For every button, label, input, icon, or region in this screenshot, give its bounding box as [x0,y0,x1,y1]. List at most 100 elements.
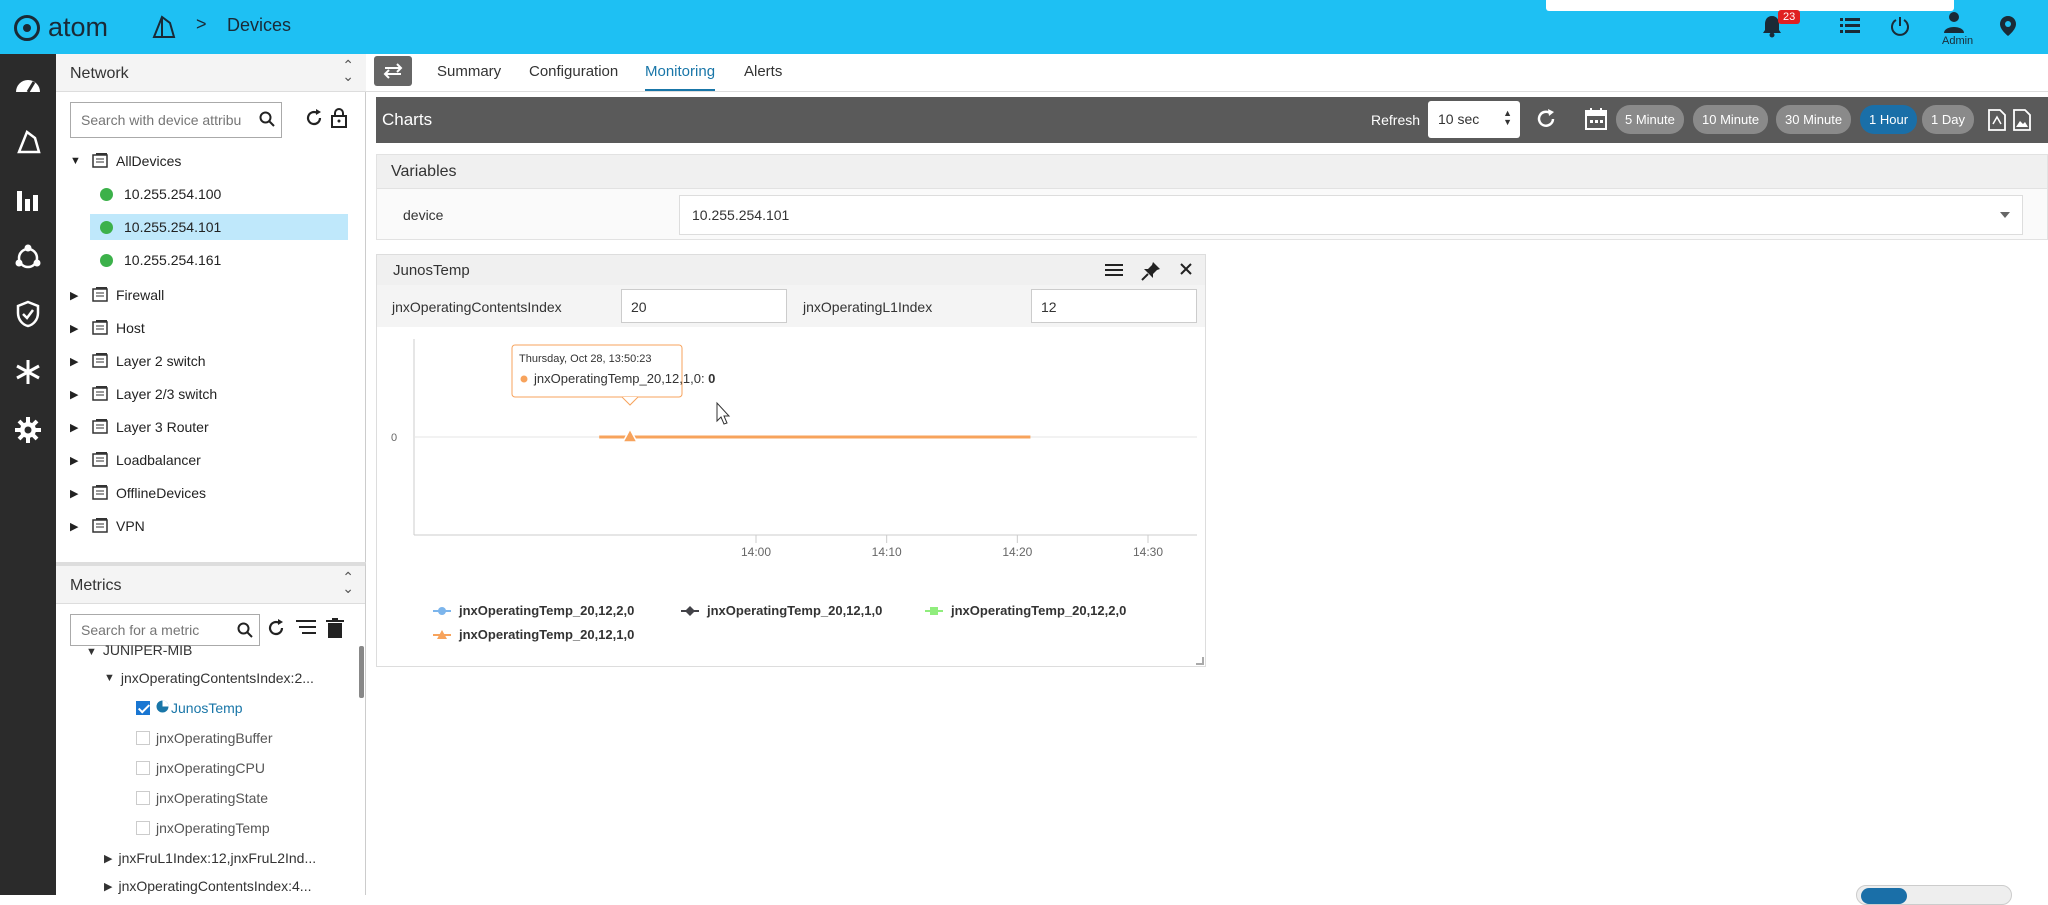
legend-item[interactable]: jnxOperatingTemp_20,12,2,0 [925,603,1126,618]
metric-search-input[interactable] [71,615,221,645]
tab-alerts[interactable]: Alerts [744,63,782,80]
metric-item[interactable]: jnxOperatingBuffer [136,727,272,749]
variables-header: Variables [377,155,2047,189]
breadcrumb-devices[interactable]: Devices [227,15,291,36]
trash-icon[interactable] [326,618,344,643]
devices-icon[interactable] [148,13,178,41]
tree-node-group[interactable]: ▶ OfflineDevices [56,480,356,506]
device-search-input[interactable] [71,103,241,137]
lock-icon[interactable] [330,108,348,133]
expanded-arrow-icon[interactable]: ▼ [104,672,115,684]
list-icon[interactable] [1836,12,1864,40]
chart-var1-field[interactable]: 20 [621,289,787,323]
legend-item[interactable]: jnxOperatingTemp_20,12,1,0 [681,603,882,618]
collapsed-arrow-icon[interactable]: ▶ [104,852,112,865]
scrollbar-thumb[interactable] [359,646,364,698]
metric-item[interactable]: jnxOperatingTemp [136,817,270,839]
collapsed-arrow-icon[interactable]: ▶ [70,355,82,368]
tree-node-group[interactable]: ▶ Firewall [56,282,356,308]
dashboard-icon[interactable] [12,68,44,100]
tooltip-series: jnxOperatingTemp_20,12,1,0: 0 [533,371,715,386]
power-icon[interactable] [1886,12,1914,40]
range-1-day[interactable]: 1 Day [1922,105,1974,134]
legend-item[interactable]: jnxOperatingTemp_20,12,1,0 [433,627,634,642]
hamburger-menu-icon[interactable] [1105,262,1123,283]
range-10-minute[interactable]: 10 Minute [1693,105,1769,134]
checkbox-unchecked[interactable] [136,761,150,775]
collapse-chevron-icon[interactable]: ⌃ ⌄ [342,58,354,83]
tree-node-group[interactable]: ▶ Loadbalancer [56,447,356,473]
device-variable-select[interactable]: 10.255.254.101 [679,195,2023,235]
checkbox-unchecked[interactable] [136,791,150,805]
device-row[interactable]: 10.255.254.100 [90,181,348,207]
admin-label[interactable]: Admin [1942,35,1973,47]
device-row[interactable]: 10.255.254.161 [90,247,348,273]
refresh-icon[interactable] [266,618,286,643]
app-logo[interactable]: atom [14,12,108,43]
checkbox-unchecked[interactable] [136,731,150,745]
metric-folder[interactable]: ▼ jnxOperatingContentsIndex:2... [104,667,314,689]
chart-var2-label: jnxOperatingL1Index [803,299,933,315]
collapsed-arrow-icon[interactable]: ▶ [70,454,82,467]
resize-handle[interactable] [1196,657,1204,665]
close-icon[interactable] [1179,262,1193,281]
refresh-interval-select[interactable]: 10 sec ▲ ▼ [1428,101,1520,138]
settings-gear-icon[interactable] [12,414,44,446]
snowflake-icon[interactable] [12,356,44,388]
bar-chart-icon[interactable] [12,184,44,216]
tree-node-group[interactable]: ▶ Layer 2/3 switch [56,381,356,407]
device-row-selected[interactable]: 10.255.254.101 [90,214,348,240]
chart-legend: jnxOperatingTemp_20,12,2,0 jnxOperatingTe… [377,591,1205,661]
collapse-chevron-icon[interactable]: ⌃ ⌄ [342,570,354,595]
bottom-toggle-switch[interactable] [1856,885,2012,905]
devices-nav-icon[interactable] [12,126,44,158]
tab-monitoring[interactable]: Monitoring [645,63,716,91]
collapsed-arrow-icon[interactable]: ▶ [104,880,112,893]
tree-node-group[interactable]: ▶ VPN [56,513,356,539]
collapsed-arrow-icon[interactable]: ▶ [70,520,82,533]
swap-panel-button[interactable] [374,56,412,86]
tab-summary[interactable]: Summary [437,63,501,80]
location-pin-icon[interactable] [1994,12,2022,40]
metric-folder[interactable]: ▶ jnxOperatingContentsIndex:4... [104,875,311,895]
collapsed-arrow-icon[interactable]: ▶ [70,487,82,500]
expanded-arrow-icon[interactable]: ▼ [86,646,97,658]
chart-var2-field[interactable]: 12 [1031,289,1197,323]
pdf-export-icon[interactable] [1988,109,2006,136]
checkbox-checked[interactable] [136,701,150,715]
tree-node-partial[interactable]: ▼ JUNIPER-MIB [86,644,192,658]
metric-folder[interactable]: ▶ jnxFruL1Index:12,jnxFruL2Ind... [104,847,316,869]
legend-item[interactable]: jnxOperatingTemp_20,12,2,0 [433,603,634,618]
topology-icon[interactable] [12,242,44,274]
search-icon[interactable] [259,111,275,132]
range-30-minute[interactable]: 30 Minute [1776,105,1852,134]
collapsed-arrow-icon[interactable]: ▶ [70,388,82,401]
metric-item-checked[interactable]: JunosTemp [136,697,243,719]
user-icon[interactable] [1940,8,1968,36]
line-chart[interactable]: 0 14:00 14:10 14:20 14:30 Thursday, Oct 28, … [377,327,1205,591]
search-icon[interactable] [237,622,253,643]
checkbox-unchecked[interactable] [136,821,150,835]
chart-tooltip: Thursday, Oct 28, 13:50:23 jnxOperatingTe… [511,344,731,443]
collapsed-arrow-icon[interactable]: ▶ [70,322,82,335]
tree-node-group[interactable]: ▶ Layer 3 Router [56,414,356,440]
tree-node-alldevices[interactable]: ▼ AllDevices [56,148,356,174]
metric-item[interactable]: jnxOperatingState [136,787,268,809]
metric-item[interactable]: jnxOperatingCPU [136,757,265,779]
reload-icon[interactable] [1534,107,1558,136]
collapsed-arrow-icon[interactable]: ▶ [70,289,82,302]
refresh-icon[interactable] [304,108,324,133]
expanded-arrow-icon[interactable]: ▼ [70,155,82,167]
range-1-hour[interactable]: 1 Hour [1860,105,1918,134]
pin-icon[interactable] [1141,261,1161,286]
collapsed-arrow-icon[interactable]: ▶ [70,421,82,434]
shield-check-icon[interactable] [12,298,44,330]
tab-configuration[interactable]: Configuration [529,63,618,80]
sort-lines-icon[interactable] [296,618,316,641]
range-5-minute[interactable]: 5 Minute [1616,105,1684,134]
legend-symbol-icon [433,606,451,615]
tree-node-group[interactable]: ▶ Layer 2 switch [56,348,356,374]
calendar-icon[interactable] [1584,107,1608,136]
tree-node-group[interactable]: ▶ Host [56,315,356,341]
image-export-icon[interactable] [2013,109,2031,136]
